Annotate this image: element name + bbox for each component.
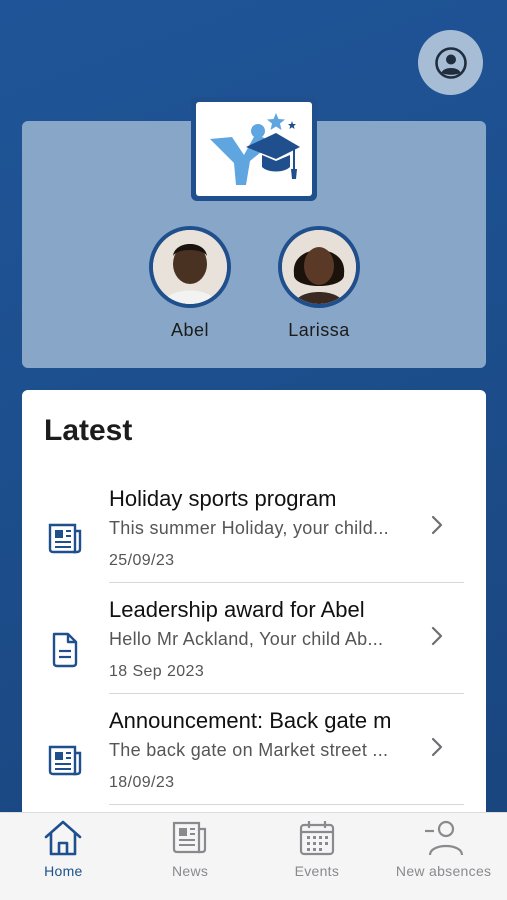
newspaper-icon [44, 518, 86, 560]
news-snippet: Hello Mr Ackland, Your child Ab... [109, 629, 384, 649]
profile-button[interactable] [418, 30, 483, 95]
latest-card: Latest Holiday sports program This summe… [22, 390, 486, 830]
tab-label: Events [294, 863, 340, 879]
divider [109, 804, 464, 805]
avatar [278, 226, 360, 308]
calendar-icon [299, 821, 334, 856]
child-name: Larissa [288, 320, 350, 340]
school-logo [191, 97, 317, 201]
child-abel[interactable]: Abel [149, 226, 231, 341]
divider [109, 582, 464, 583]
school-logo-icon [210, 113, 300, 185]
list-item[interactable]: Leadership award for Abel Hello Mr Ackla… [22, 597, 486, 708]
tab-events[interactable]: Events [254, 813, 381, 900]
news-date: 25/09/23 [109, 552, 175, 569]
newspaper-icon [44, 740, 86, 782]
news-title: Announcement: Back gate m [109, 708, 392, 733]
latest-heading: Latest [44, 414, 133, 447]
tab-new-absences[interactable]: New absences [380, 813, 507, 900]
chevron-right-icon [431, 737, 443, 757]
chevron-right-icon [431, 515, 443, 535]
child-larissa[interactable]: Larissa [278, 226, 360, 341]
news-date: 18 Sep 2023 [109, 663, 205, 680]
tab-label: News [172, 863, 209, 879]
person-minus-icon [424, 820, 463, 856]
list-item[interactable]: Holiday sports program This summer Holid… [22, 486, 486, 597]
list-item[interactable]: Announcement: Back gate m The back gate … [22, 708, 486, 819]
news-date: 18/09/23 [109, 774, 175, 791]
news-snippet: This summer Holiday, your child... [109, 518, 389, 538]
news-title: Leadership award for Abel [109, 597, 365, 622]
newspaper-icon [173, 821, 207, 854]
news-snippet: The back gate on Market street ... [109, 740, 389, 760]
document-icon [44, 629, 86, 671]
chevron-right-icon [431, 626, 443, 646]
tab-label: Home [44, 863, 83, 879]
child-photo [153, 230, 227, 304]
home-icon [45, 820, 82, 856]
tab-label: New absences [395, 863, 492, 879]
tab-news[interactable]: News [127, 813, 254, 900]
avatar [149, 226, 231, 308]
tab-home[interactable]: Home [0, 813, 127, 900]
divider [109, 693, 464, 694]
account-circle-icon [434, 46, 467, 79]
child-name: Abel [170, 320, 210, 340]
child-photo [282, 230, 356, 304]
tab-bar: Home News Events New absences [0, 812, 507, 900]
news-title: Holiday sports program [109, 486, 337, 511]
